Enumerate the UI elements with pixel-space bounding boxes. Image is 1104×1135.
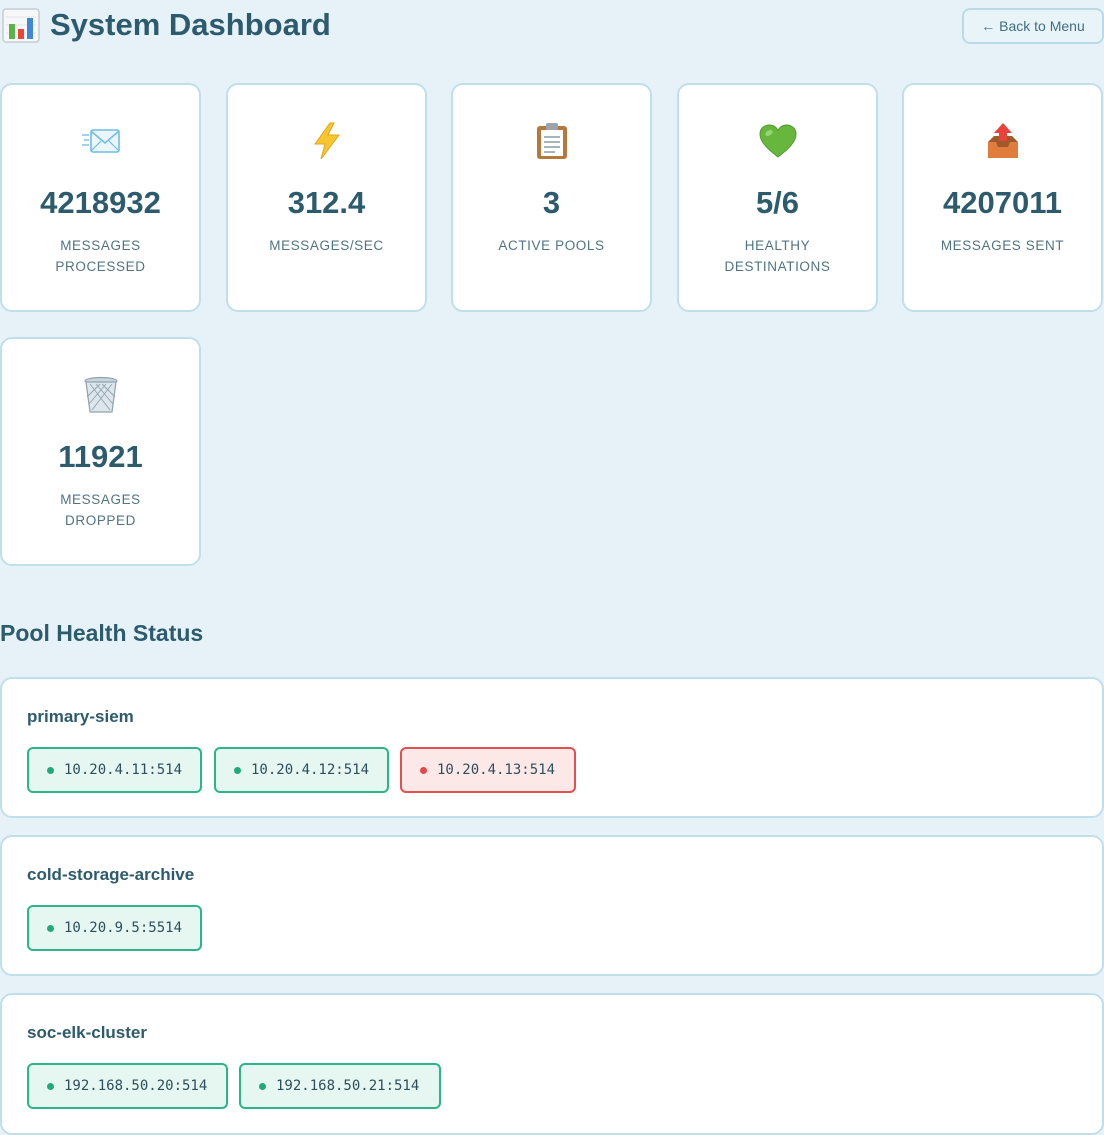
destination-chip[interactable]: 192.168.50.21:514 bbox=[239, 1063, 441, 1109]
status-dot-healthy bbox=[47, 1082, 54, 1090]
pool-card-cold-storage-archive: cold-storage-archive 10.20.9.5:5514 bbox=[0, 835, 1104, 976]
stat-label: MESSAGES DROPPED bbox=[60, 492, 141, 528]
outbox-tray-icon bbox=[983, 121, 1023, 161]
destination-chip[interactable]: 10.20.4.13:514 bbox=[400, 747, 576, 793]
green-heart-icon bbox=[758, 121, 798, 161]
destination-address: 10.20.4.11:514 bbox=[64, 762, 183, 778]
stat-card-healthy-destinations: 5/6 HEALTHY DESTINATIONS bbox=[677, 83, 878, 312]
status-dot-healthy bbox=[47, 924, 54, 932]
stat-value: 312.4 bbox=[287, 185, 366, 220]
destination-address: 10.20.4.13:514 bbox=[437, 762, 556, 778]
stat-label: MESSAGES/SEC bbox=[269, 238, 384, 253]
stat-card-messages-per-sec: 312.4 MESSAGES/SEC bbox=[226, 83, 427, 312]
pool-card-soc-elk-cluster: soc-elk-cluster 192.168.50.20:514 192.16… bbox=[0, 993, 1104, 1135]
back-to-menu-button[interactable]: ← Back to Menu bbox=[962, 8, 1104, 44]
pool-health-heading: Pool Health Status bbox=[0, 620, 204, 646]
status-dot-healthy bbox=[47, 766, 54, 774]
destination-address: 10.20.9.5:5514 bbox=[64, 920, 183, 936]
page-title-text: System Dashboard bbox=[50, 7, 331, 42]
stat-value: 5/6 bbox=[755, 185, 800, 220]
destination-address: 10.20.4.12:514 bbox=[251, 762, 370, 778]
wastebasket-icon bbox=[81, 375, 121, 415]
back-to-menu-label: ← Back to Menu bbox=[981, 18, 1085, 34]
header: System Dashboard ← Back to Menu bbox=[0, 0, 1104, 50]
clipboard-icon bbox=[532, 121, 572, 161]
stat-value: 4207011 bbox=[943, 185, 1062, 220]
stat-value: 4218932 bbox=[40, 185, 161, 220]
stat-value: 3 bbox=[542, 185, 561, 220]
pool-name: cold-storage-archive bbox=[27, 865, 195, 884]
stat-label: MESSAGES SENT bbox=[940, 238, 1065, 253]
pool-card-primary-siem: primary-siem 10.20.4.11:514 10.20.4.12:5… bbox=[0, 677, 1104, 818]
destination-chip[interactable]: 10.20.4.11:514 bbox=[27, 747, 202, 793]
stat-card-messages-processed: 4218932 MESSAGES PROCESSED bbox=[0, 83, 201, 312]
status-dot-healthy bbox=[259, 1082, 266, 1090]
stat-card-messages-dropped: 11921 MESSAGES DROPPED bbox=[0, 337, 201, 566]
bar-chart-icon bbox=[2, 6, 40, 44]
destination-address: 192.168.50.20:514 bbox=[64, 1078, 208, 1094]
stat-card-active-pools: 3 ACTIVE POOLS bbox=[451, 83, 652, 312]
stat-card-messages-sent: 4207011 MESSAGES SENT bbox=[902, 83, 1103, 312]
stat-label: HEALTHY DESTINATIONS bbox=[724, 238, 831, 274]
destination-chip[interactable]: 192.168.50.20:514 bbox=[27, 1063, 228, 1109]
envelope-icon bbox=[81, 121, 121, 161]
dashboard-page: System Dashboard ← Back to Menu 4218932 … bbox=[0, 0, 1104, 1135]
pool-name: primary-siem bbox=[27, 707, 134, 726]
destination-address: 192.168.50.21:514 bbox=[276, 1078, 420, 1094]
pool-name: soc-elk-cluster bbox=[27, 1023, 147, 1042]
stat-label: MESSAGES PROCESSED bbox=[55, 238, 146, 274]
stat-label: ACTIVE POOLS bbox=[498, 238, 605, 253]
lightning-icon bbox=[307, 121, 347, 161]
status-dot-healthy bbox=[234, 766, 241, 774]
destination-chip[interactable]: 10.20.4.12:514 bbox=[214, 747, 389, 793]
stat-value: 11921 bbox=[58, 439, 143, 474]
page-title: System Dashboard bbox=[2, 6, 331, 44]
status-dot-unhealthy bbox=[420, 766, 427, 774]
destination-chip[interactable]: 10.20.9.5:5514 bbox=[27, 905, 202, 951]
